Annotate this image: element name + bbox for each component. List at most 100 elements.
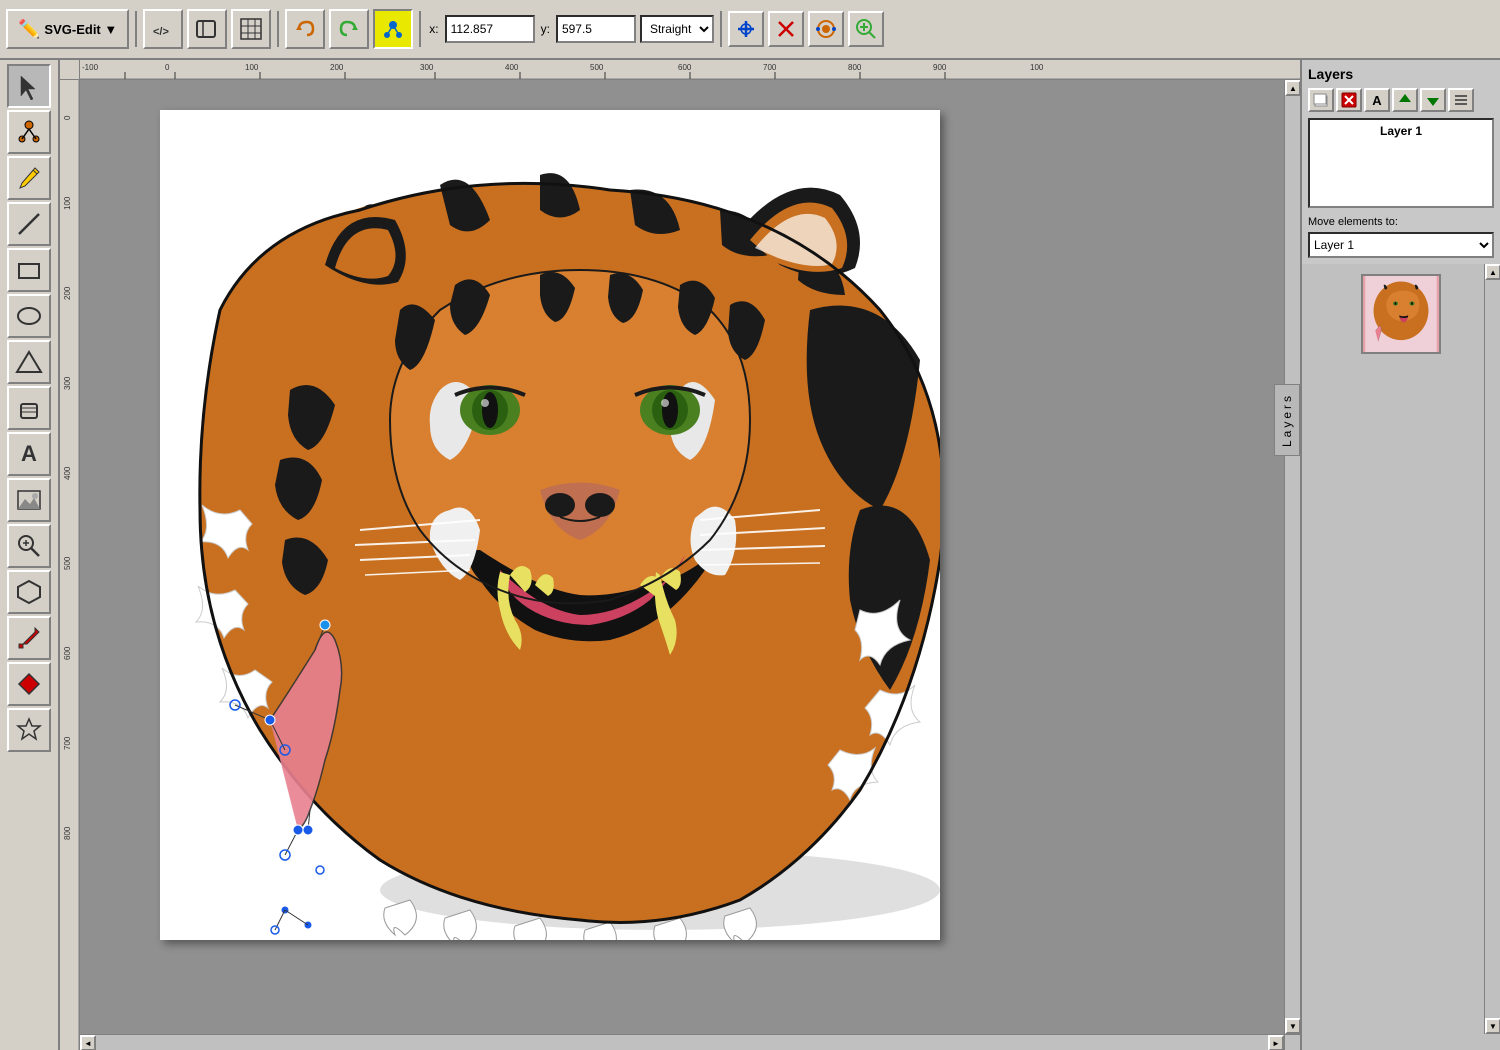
scroll-left-button[interactable]: ◄	[80, 1035, 96, 1050]
zoom-tool-button[interactable]	[7, 524, 51, 568]
polygon-icon	[15, 578, 43, 606]
svg-text:400: 400	[505, 63, 519, 72]
scroll-corner	[1284, 1034, 1300, 1050]
x-label: x:	[429, 22, 438, 36]
layers-side-tab[interactable]: Layers	[1274, 384, 1300, 456]
canvas-vscrollbar[interactable]: ▲ ▼	[1284, 80, 1300, 1034]
diamond-icon	[15, 670, 43, 698]
svg-text:200: 200	[63, 286, 72, 300]
star-icon	[15, 716, 43, 744]
main-area: A	[0, 60, 1500, 1050]
x-coord-input[interactable]	[445, 15, 535, 43]
path-icon	[15, 348, 43, 376]
svg-text:700: 700	[63, 736, 72, 750]
node-tool-button[interactable]	[373, 9, 413, 49]
star-tool-button[interactable]	[7, 708, 51, 752]
undo-icon	[293, 17, 317, 41]
canvas-area: -100 0 100 200 300 400 500 600 7	[60, 60, 1300, 1050]
canvas-bg-button[interactable]	[187, 9, 227, 49]
svg-text:900: 900	[933, 63, 947, 72]
zoom-icon	[15, 532, 43, 560]
image-icon	[15, 486, 43, 514]
image-tool-button[interactable]	[7, 478, 51, 522]
right-panel: Layers	[1300, 60, 1500, 1050]
delete-node-button[interactable]	[768, 11, 804, 47]
layer-list[interactable]: Layer 1	[1308, 118, 1494, 208]
drawing-canvas[interactable]: ▲ ▼ ◄ ►	[80, 80, 1300, 1050]
scroll-down-button[interactable]: ▼	[1285, 1018, 1300, 1034]
app-menu-icon: ✏️	[18, 19, 40, 40]
svg-text:300: 300	[420, 63, 434, 72]
undo-button[interactable]	[285, 9, 325, 49]
select-tool-icon	[15, 72, 43, 100]
svg-text:</>: </>	[153, 26, 169, 38]
redo-button[interactable]	[329, 9, 369, 49]
grid-button[interactable]	[231, 9, 271, 49]
layer-menu-icon	[1453, 92, 1469, 108]
node-tool-icon	[381, 17, 405, 41]
canvas-background: ▲ ▼ ◄ ►	[80, 80, 1300, 1050]
ellipse-tool-button[interactable]	[7, 294, 51, 338]
cylinder-icon	[15, 394, 43, 422]
svg-text:500: 500	[63, 556, 72, 570]
xml-editor-button[interactable]: </>	[143, 9, 183, 49]
ruler-top: -100 0 100 200 300 400 500 600 7	[80, 60, 1300, 80]
app-menu-button[interactable]: ✏️ SVG-Edit ▼	[6, 9, 129, 49]
add-node-icon	[736, 19, 756, 39]
text-tool-button[interactable]: A	[7, 432, 51, 476]
rename-layer-button[interactable]: A	[1364, 88, 1390, 112]
eyedropper-tool-button[interactable]	[7, 616, 51, 660]
move-layer-down-button[interactable]	[1420, 88, 1446, 112]
line-tool-button[interactable]	[7, 202, 51, 246]
smooth-node-icon	[814, 17, 838, 41]
rename-icon: A	[1372, 93, 1381, 108]
cylinder-tool-button[interactable]	[7, 386, 51, 430]
right-scroll-up[interactable]: ▲	[1485, 264, 1500, 280]
layer-thumbnail-svg	[1363, 276, 1439, 352]
right-scroll-down[interactable]: ▼	[1485, 1018, 1500, 1034]
toolbar-sep-1	[135, 11, 137, 47]
layers-title: Layers	[1308, 66, 1494, 82]
canvas-hscrollbar[interactable]: ◄ ►	[80, 1034, 1284, 1050]
y-coord-input[interactable]	[556, 15, 636, 43]
pencil-tool-button[interactable]	[7, 156, 51, 200]
scroll-up-button[interactable]: ▲	[1285, 80, 1300, 96]
new-layer-button[interactable]	[1308, 88, 1334, 112]
toolbar-sep-2	[277, 11, 279, 47]
delete-layer-button[interactable]	[1336, 88, 1362, 112]
tiger-illustration	[160, 110, 940, 940]
svg-text:500: 500	[590, 63, 604, 72]
new-layer-icon	[1313, 92, 1329, 108]
svg-text:800: 800	[848, 63, 862, 72]
svg-text:600: 600	[63, 646, 72, 660]
xml-editor-icon: </>	[151, 17, 175, 41]
left-toolbar: A	[0, 60, 60, 1050]
add-node-button[interactable]	[728, 11, 764, 47]
svg-text:100: 100	[1030, 63, 1044, 72]
select-tool-button[interactable]	[7, 64, 51, 108]
segment-type-select[interactable]: Straight Curve	[640, 15, 714, 43]
smooth-node-button[interactable]	[808, 11, 844, 47]
path-tool-button[interactable]	[7, 340, 51, 384]
move-layer-select[interactable]: Layer 1	[1308, 232, 1494, 258]
layers-side-tab-text: Layers	[1280, 393, 1294, 447]
move-layer-up-button[interactable]	[1392, 88, 1418, 112]
move-down-icon	[1425, 92, 1441, 108]
layer-item-1[interactable]: Layer 1	[1312, 122, 1490, 140]
zoom-to-fit-button[interactable]	[848, 11, 884, 47]
polygon-tool-button[interactable]	[7, 570, 51, 614]
node-edit-icon	[15, 118, 43, 146]
app-menu-label: SVG-Edit ▼	[44, 22, 117, 37]
layers-toolbar: A	[1308, 88, 1494, 112]
node-edit-tool-button[interactable]	[7, 110, 51, 154]
ellipse-icon	[15, 302, 43, 330]
zoom-to-fit-icon	[854, 17, 878, 41]
ruler-left: 0 100 200 300 400 500 600 700 800	[60, 80, 80, 1050]
delete-node-icon	[776, 19, 796, 39]
diamond-tool-button[interactable]	[7, 662, 51, 706]
right-panel-vscrollbar[interactable]: ▲ ▼	[1484, 264, 1500, 1034]
rect-tool-button[interactable]	[7, 248, 51, 292]
svg-document[interactable]	[160, 110, 940, 940]
layer-menu-button[interactable]	[1448, 88, 1474, 112]
scroll-right-button[interactable]: ►	[1268, 1035, 1284, 1050]
